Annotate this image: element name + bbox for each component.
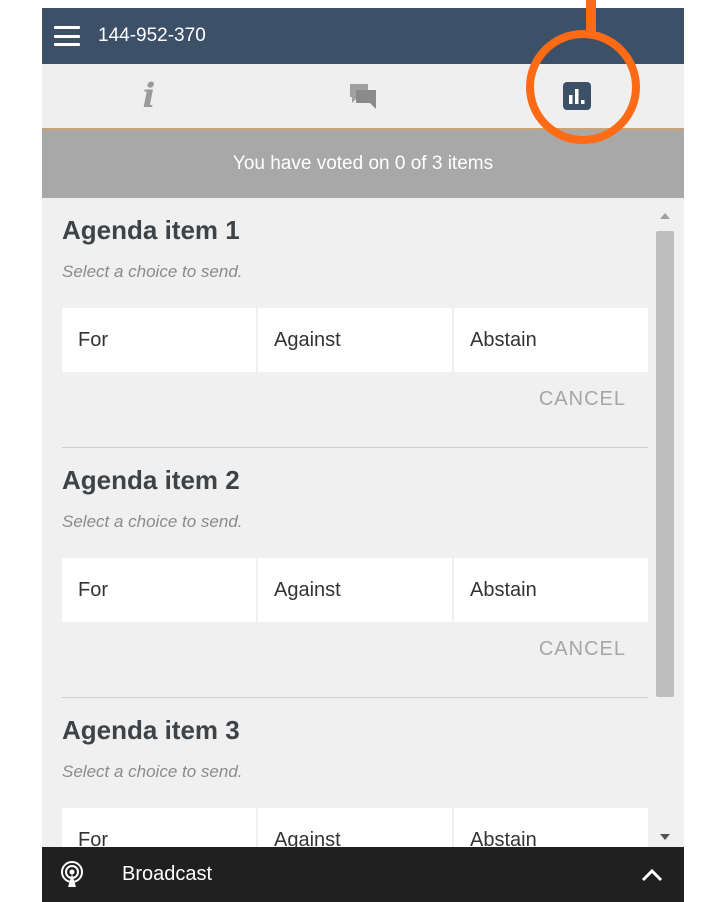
scroll-up-arrow[interactable] xyxy=(660,213,670,219)
app-window: 144-952-370 i You have voted on 0 of 3 i… xyxy=(42,8,684,902)
divider xyxy=(62,697,648,698)
choice-group: For Against Abstain xyxy=(62,808,648,847)
choice-group: For Against Abstain xyxy=(62,558,648,622)
tab-bar: i xyxy=(42,64,684,130)
poll-chart-icon xyxy=(563,82,591,110)
choice-abstain-button[interactable]: Abstain xyxy=(454,808,648,847)
scroll-down-arrow[interactable] xyxy=(660,834,670,840)
chat-icon xyxy=(350,84,376,109)
choice-against-button[interactable]: Against xyxy=(258,558,452,622)
agenda-list[interactable]: Agenda item 1 Select a choice to send. F… xyxy=(42,198,684,847)
scrollbar-thumb[interactable] xyxy=(656,231,674,697)
tab-chat[interactable] xyxy=(256,64,470,128)
agenda-item: Agenda item 2 Select a choice to send. F… xyxy=(62,460,648,676)
choice-abstain-button[interactable]: Abstain xyxy=(454,308,648,372)
choice-for-button[interactable]: For xyxy=(62,308,256,372)
vote-status-banner: You have voted on 0 of 3 items xyxy=(42,130,684,198)
tab-voting[interactable] xyxy=(470,64,684,128)
broadcast-label: Broadcast xyxy=(122,863,213,885)
divider xyxy=(62,447,648,448)
choice-abstain-button[interactable]: Abstain xyxy=(454,558,648,622)
choice-for-button[interactable]: For xyxy=(62,808,256,847)
menu-icon[interactable] xyxy=(54,26,80,46)
cancel-button[interactable]: CANCEL xyxy=(62,372,648,426)
agenda-item-hint: Select a choice to send. xyxy=(62,512,243,531)
agenda-item: Agenda item 1 Select a choice to send. F… xyxy=(62,210,648,426)
meeting-id: 144-952-370 xyxy=(98,25,206,46)
agenda-item-hint: Select a choice to send. xyxy=(62,762,243,781)
cancel-button[interactable]: CANCEL xyxy=(62,622,648,676)
choice-against-button[interactable]: Against xyxy=(258,308,452,372)
broadcast-icon xyxy=(61,860,83,887)
choice-group: For Against Abstain xyxy=(62,308,648,372)
agenda-item-hint: Select a choice to send. xyxy=(62,262,243,281)
top-bar: 144-952-370 xyxy=(42,8,684,64)
agenda-item-title: Agenda item 1 xyxy=(62,215,240,245)
agenda-item-title: Agenda item 2 xyxy=(62,465,240,495)
choice-against-button[interactable]: Against xyxy=(258,808,452,847)
tab-info[interactable]: i xyxy=(42,64,256,128)
choice-for-button[interactable]: For xyxy=(62,558,256,622)
agenda-item-title: Agenda item 3 xyxy=(62,715,240,745)
agenda-item: Agenda item 3 Select a choice to send. F… xyxy=(62,710,648,847)
chevron-up-icon[interactable] xyxy=(640,867,664,883)
info-icon: i xyxy=(142,76,156,116)
broadcast-bar[interactable]: Broadcast xyxy=(42,847,684,902)
